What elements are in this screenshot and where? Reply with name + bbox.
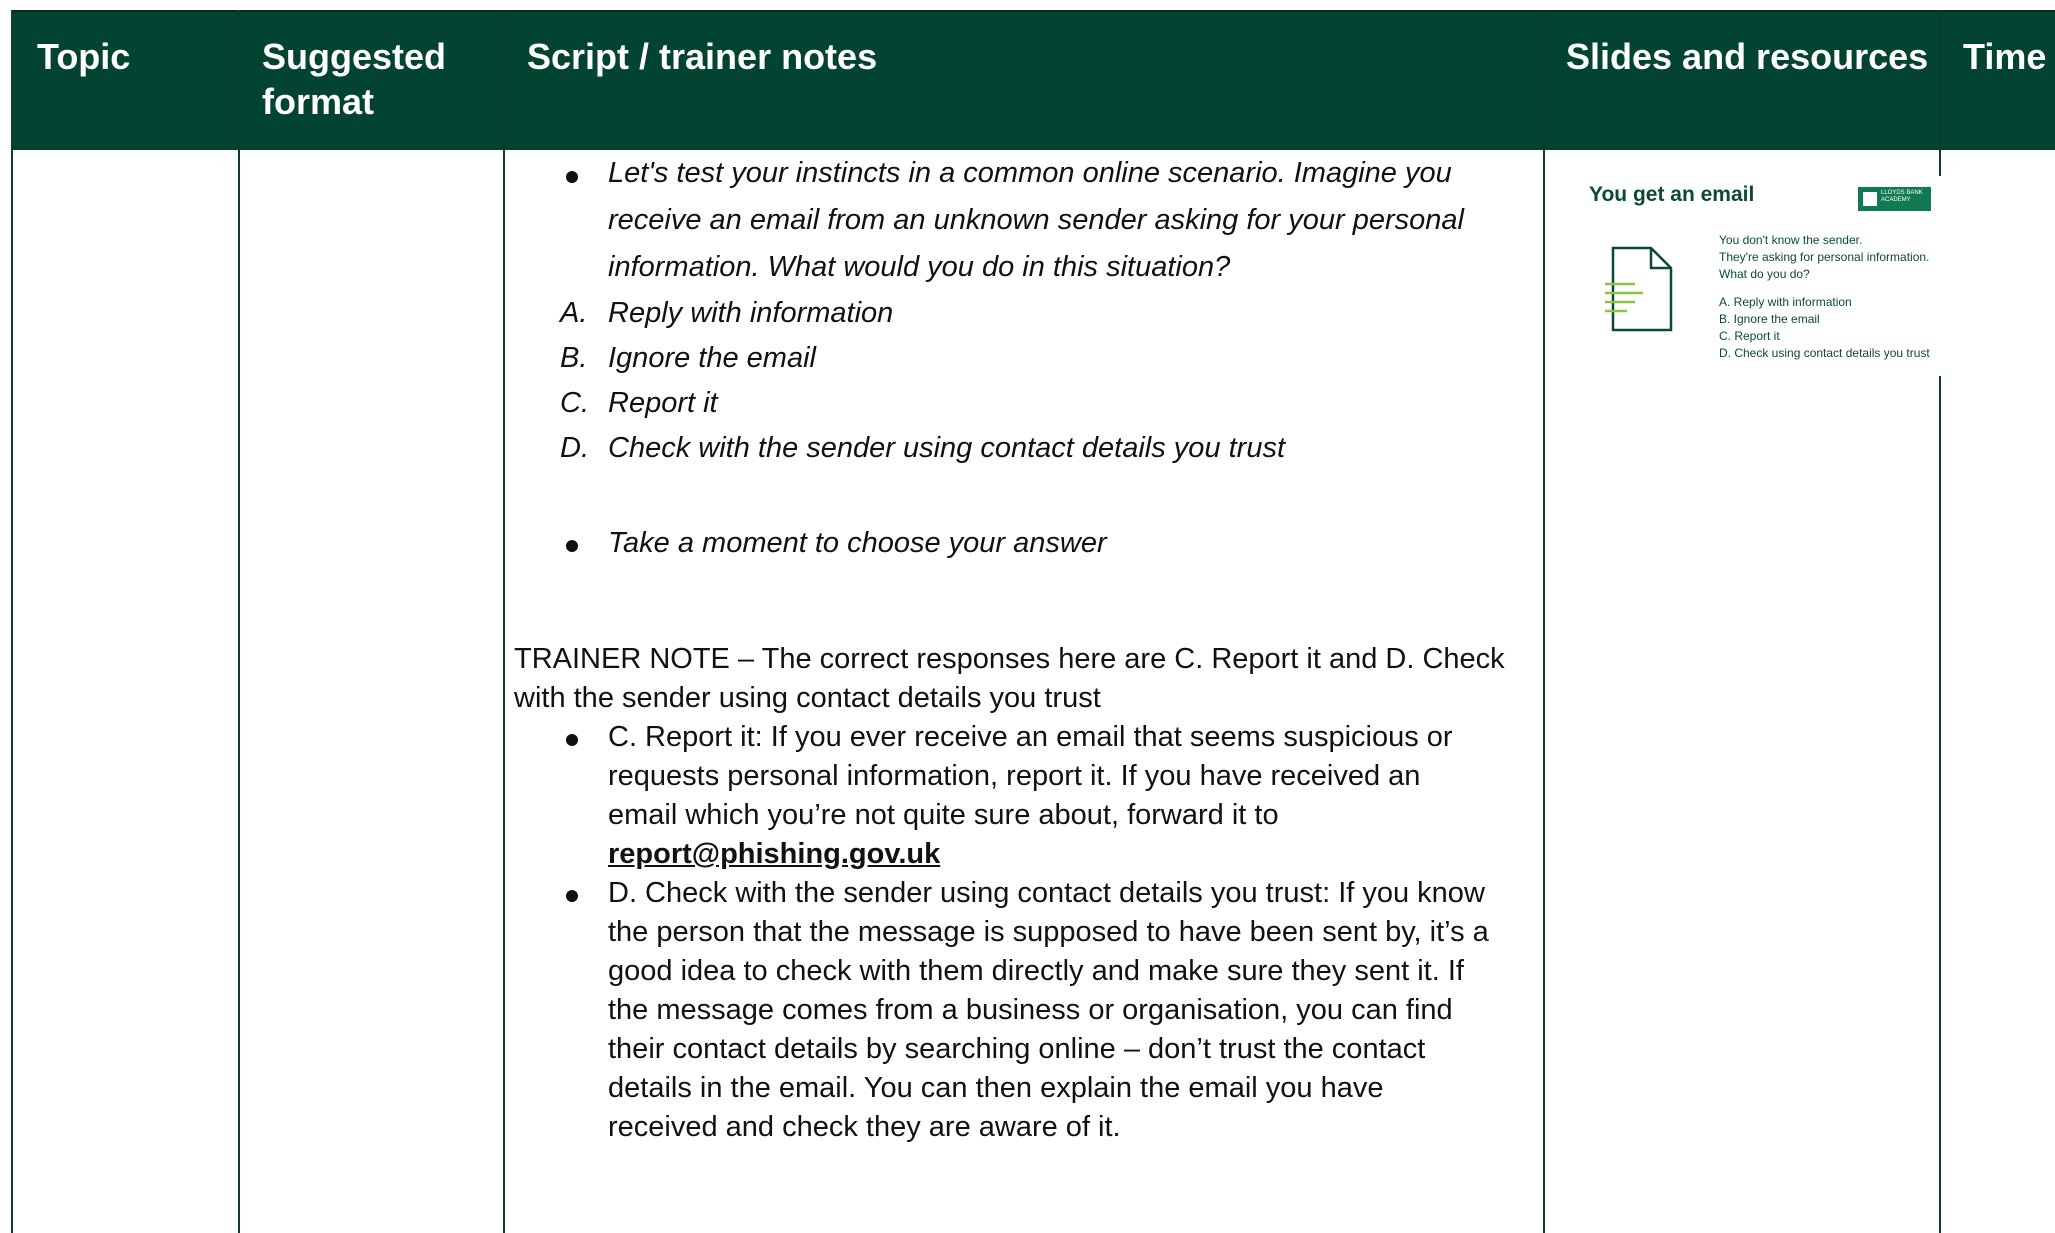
header-suggested-format: Suggested format bbox=[262, 12, 446, 150]
column-divider bbox=[503, 10, 505, 1233]
bullet-icon bbox=[566, 890, 578, 902]
slide-option: C. Report it bbox=[1719, 329, 1780, 343]
answer-option: B. Ignore the email bbox=[514, 336, 1514, 381]
header-format-line1: Suggested bbox=[262, 36, 447, 77]
column-divider bbox=[1543, 10, 1545, 1233]
choose-answer-prompt: Take a moment to choose your answer bbox=[514, 521, 1514, 566]
question-line: Let's test your instincts in a common on… bbox=[608, 157, 1452, 189]
note-line: requests personal information, report it… bbox=[608, 760, 1421, 792]
note-line: the message comes from a business or org… bbox=[608, 994, 1453, 1026]
header-topic: Topic bbox=[37, 36, 131, 77]
bullet-icon bbox=[566, 171, 578, 183]
trainer-note: TRAINER NOTE – The correct responses her… bbox=[514, 640, 1514, 718]
note-line: received and check they are aware of it. bbox=[608, 1111, 1121, 1143]
script-trainer-notes: Let's test your instincts in a common on… bbox=[514, 150, 1514, 1147]
header-slides: Slides and resources bbox=[1566, 36, 1929, 77]
note-line: their contact details by searching onlin… bbox=[608, 1033, 1426, 1065]
slide-thumbnail: You get an email LLOYDS BANK ACADEMY You… bbox=[1575, 176, 1941, 376]
trainer-note-line: TRAINER NOTE – The correct responses her… bbox=[514, 643, 1505, 675]
note-line: good idea to check with them directly an… bbox=[608, 955, 1464, 987]
prompt-text: Take a moment to choose your answer bbox=[608, 527, 1107, 559]
logo-text: LLOYDS BANK ACADEMY bbox=[1881, 190, 1923, 203]
slide-lines: You don't know the sender. They're askin… bbox=[1719, 232, 1929, 283]
note-line: D. Check with the sender using contact d… bbox=[608, 877, 1485, 909]
option-text: Reply with information bbox=[608, 297, 894, 329]
option-letter: A. bbox=[560, 297, 588, 329]
note-bullet-report: C. Report it: If you ever receive an ema… bbox=[514, 718, 1514, 874]
bullet-icon bbox=[566, 540, 578, 552]
slide-options: A. Reply with information B. Ignore the … bbox=[1719, 294, 1930, 362]
option-letter: D. bbox=[560, 432, 589, 464]
column-divider bbox=[238, 10, 240, 1233]
table-header-row: Topic Suggested format Script / trainer … bbox=[13, 10, 2055, 150]
note-line: the person that the message is supposed … bbox=[608, 916, 1489, 948]
scenario-question: Let's test your instincts in a common on… bbox=[514, 150, 1514, 291]
horse-logo-icon bbox=[1863, 192, 1877, 206]
option-text: Report it bbox=[608, 387, 718, 419]
answer-options: A. Reply with information B. Ignore the … bbox=[514, 291, 1514, 471]
trainer-note-line: with the sender using contact details yo… bbox=[514, 682, 1101, 714]
question-line: information. What would you do in this s… bbox=[608, 251, 1231, 283]
slide-option: B. Ignore the email bbox=[1719, 312, 1820, 326]
bank-logo: LLOYDS BANK ACADEMY bbox=[1858, 187, 1931, 211]
note-line: C. Report it: If you ever receive an ema… bbox=[608, 721, 1453, 753]
answer-option: C. Report it bbox=[514, 381, 1514, 426]
header-script: Script / trainer notes bbox=[527, 36, 878, 77]
slide-option: D. Check using contact details you trust bbox=[1719, 346, 1930, 360]
question-line: receive an email from an unknown sender … bbox=[608, 204, 1464, 236]
answer-option: A. Reply with information bbox=[514, 291, 1514, 336]
slide-option: A. Reply with information bbox=[1719, 295, 1852, 309]
answer-option: D. Check with the sender using contact d… bbox=[514, 426, 1514, 471]
slide-line: You don't know the sender. bbox=[1719, 233, 1863, 247]
report-phishing-link[interactable]: report@phishing.gov.uk bbox=[608, 838, 940, 870]
note-bullet-check-sender: D. Check with the sender using contact d… bbox=[514, 874, 1514, 1147]
option-text: Ignore the email bbox=[608, 342, 816, 374]
header-format-line2: format bbox=[262, 81, 375, 122]
header-time: Time bbox=[1963, 36, 2047, 77]
slide-line: They're asking for personal information. bbox=[1719, 250, 1930, 264]
note-line: details in the email. You can then expla… bbox=[608, 1072, 1384, 1104]
option-text: Check with the sender using contact deta… bbox=[608, 432, 1286, 464]
slide-line: What do you do? bbox=[1719, 267, 1810, 281]
document-icon bbox=[1605, 246, 1673, 332]
option-letter: C. bbox=[560, 387, 589, 419]
note-line: email which you’re not quite sure about,… bbox=[608, 799, 1279, 831]
bullet-icon bbox=[566, 734, 578, 746]
option-letter: B. bbox=[560, 342, 588, 374]
slide-title: You get an email bbox=[1589, 183, 1755, 206]
